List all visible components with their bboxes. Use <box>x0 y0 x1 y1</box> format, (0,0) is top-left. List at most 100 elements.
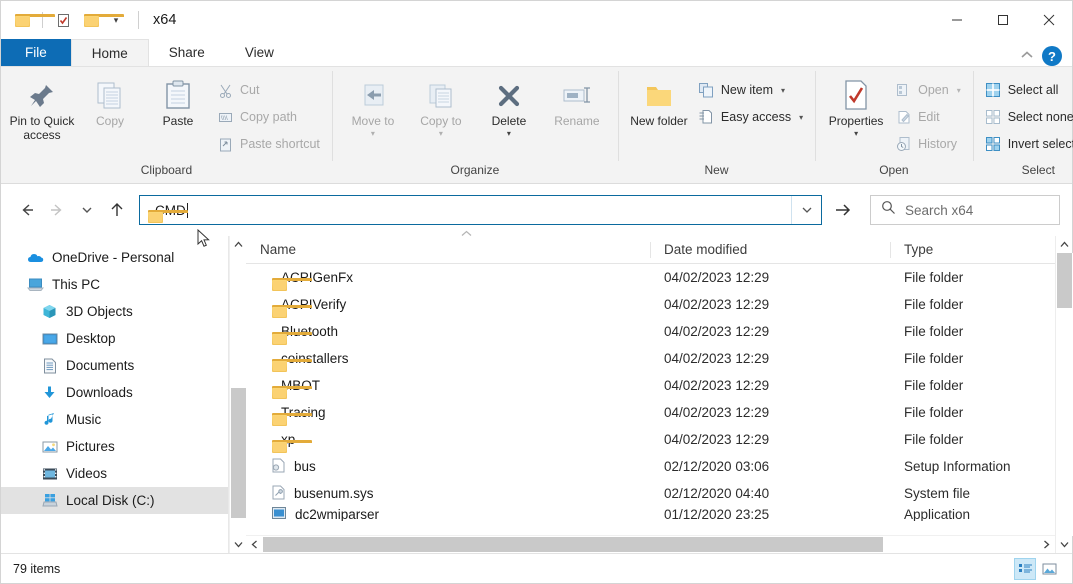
select-none-button[interactable]: Select none <box>981 106 1073 128</box>
sidebar-item-downloads[interactable]: Downloads <box>1 379 228 406</box>
sidebar-item-3d-objects[interactable]: 3D Objects <box>1 298 228 325</box>
cut-button[interactable]: Cut <box>213 79 324 101</box>
select-all-label: Select all <box>1008 83 1059 97</box>
tab-home[interactable]: Home <box>71 39 149 66</box>
table-row[interactable]: xp 04/02/2023 12:29 File folder <box>246 426 1055 453</box>
scroll-right-icon[interactable] <box>1038 536 1055 554</box>
minimize-icon[interactable] <box>934 1 980 39</box>
recent-locations-button[interactable] <box>73 196 101 224</box>
chevron-down-icon[interactable]: ▾ <box>854 131 858 137</box>
sidebar-item-videos[interactable]: Videos <box>1 460 228 487</box>
chevron-down-icon[interactable]: ▾ <box>439 131 443 137</box>
details-view-button[interactable] <box>1014 558 1036 580</box>
scroll-up-icon[interactable] <box>1056 236 1073 253</box>
rename-button[interactable]: Rename <box>544 73 610 128</box>
scroll-down-icon[interactable] <box>230 536 247 553</box>
forward-button[interactable] <box>43 196 71 224</box>
navigation-scrollbar[interactable] <box>229 236 246 553</box>
table-row[interactable]: Tracing 04/02/2023 12:29 File folder <box>246 399 1055 426</box>
hscrollbar-track[interactable] <box>263 536 1038 554</box>
edit-button[interactable]: Edit <box>891 106 965 128</box>
history-button[interactable]: History <box>891 133 965 155</box>
this-pc-icon <box>27 276 44 293</box>
back-button[interactable] <box>13 196 41 224</box>
delete-button[interactable]: Delete ▾ <box>476 73 542 137</box>
column-header-date-modified[interactable]: Date modified <box>650 236 890 264</box>
tab-file[interactable]: File <box>1 39 71 66</box>
table-row[interactable]: bus 02/12/2020 03:06 Setup Information <box>246 453 1055 480</box>
application-icon <box>272 507 286 521</box>
folder-icon[interactable] <box>11 9 33 31</box>
sidebar-item-desktop[interactable]: Desktop <box>1 325 228 352</box>
column-header-type[interactable]: Type <box>890 236 1055 264</box>
hscrollbar-thumb[interactable] <box>263 537 883 552</box>
chevron-down-icon[interactable]: ▾ <box>507 131 511 137</box>
view-buttons <box>1014 558 1060 580</box>
up-button[interactable] <box>103 196 131 224</box>
table-row[interactable]: dc2wmiparser 01/12/2020 23:25 Applicatio… <box>246 507 1055 521</box>
chevron-down-icon[interactable]: ▾ <box>371 131 375 137</box>
sidebar-item-documents[interactable]: Documents <box>1 352 228 379</box>
address-dropdown-icon[interactable] <box>791 196 821 224</box>
scroll-left-icon[interactable] <box>246 536 263 554</box>
table-row[interactable]: busenum.sys 02/12/2020 04:40 System file <box>246 480 1055 507</box>
copy-to-label: Copy to <box>420 114 461 128</box>
large-icons-view-button[interactable] <box>1038 558 1060 580</box>
table-row[interactable]: Bluetooth 04/02/2023 12:29 File folder <box>246 318 1055 345</box>
properties-button[interactable]: Properties ▾ <box>823 73 889 137</box>
maximize-icon[interactable] <box>980 1 1026 39</box>
tab-view[interactable]: View <box>225 39 294 66</box>
new-item-button[interactable]: New item ▾ <box>694 79 807 101</box>
table-row[interactable]: coinstallers 04/02/2023 12:29 File folde… <box>246 345 1055 372</box>
table-row[interactable]: ACPIVerify 04/02/2023 12:29 File folder <box>246 291 1055 318</box>
chevron-down-icon[interactable]: ▾ <box>799 113 803 122</box>
new-folder-button[interactable]: New folder <box>626 73 692 128</box>
pin-to-quick-access-button[interactable]: Pin to Quick access <box>9 73 75 142</box>
sidebar-item-onedrive[interactable]: OneDrive - Personal <box>1 244 228 271</box>
open-button[interactable]: Open ▾ <box>891 79 965 101</box>
close-icon[interactable] <box>1026 1 1072 39</box>
help-icon[interactable]: ? <box>1042 46 1062 66</box>
status-bar: 79 items <box>1 553 1072 583</box>
sidebar-item-pictures[interactable]: Pictures <box>1 433 228 460</box>
scrollbar-track[interactable] <box>1056 253 1073 536</box>
horizontal-scrollbar[interactable] <box>246 535 1055 553</box>
scroll-down-icon[interactable] <box>1056 536 1073 553</box>
file-name-cell: ACPIGenFx <box>246 270 650 285</box>
scrollbar-track[interactable] <box>230 253 247 536</box>
table-row[interactable]: ACPIGenFx 04/02/2023 12:29 File folder <box>246 264 1055 291</box>
scrollbar-thumb[interactable] <box>1057 253 1072 308</box>
address-input[interactable]: CMD <box>139 195 822 225</box>
file-list-scrollbar[interactable] <box>1055 236 1072 553</box>
search-box[interactable]: Search x64 <box>870 195 1060 225</box>
system-file-icon <box>272 485 285 503</box>
copy-button[interactable]: Copy <box>77 73 143 128</box>
paste-button[interactable]: Paste <box>145 73 211 128</box>
tab-share[interactable]: Share <box>149 39 225 66</box>
easy-access-button[interactable]: Easy access ▾ <box>694 106 807 128</box>
chevron-down-icon[interactable]: ▾ <box>781 86 785 95</box>
select-all-button[interactable]: Select all <box>981 79 1073 101</box>
move-to-button[interactable]: Move to ▾ <box>340 73 406 137</box>
move-to-icon <box>358 77 388 111</box>
sidebar-item-label: Local Disk (C:) <box>66 493 155 508</box>
folder-icon[interactable] <box>80 9 102 31</box>
scrollbar-thumb[interactable] <box>231 388 246 518</box>
copy-to-button[interactable]: Copy to ▾ <box>408 73 474 137</box>
invert-selection-button[interactable]: Invert selection <box>981 133 1073 155</box>
properties-icon[interactable] <box>52 9 74 31</box>
go-button[interactable] <box>826 195 860 225</box>
paste-shortcut-button[interactable]: Paste shortcut <box>213 133 324 155</box>
table-row[interactable]: MBOT 04/02/2023 12:29 File folder <box>246 372 1055 399</box>
history-icon <box>895 136 912 153</box>
collapse-ribbon-icon[interactable] <box>1020 47 1034 65</box>
scroll-up-icon[interactable] <box>230 236 247 253</box>
sidebar-item-music[interactable]: Music <box>1 406 228 433</box>
chevron-down-icon[interactable]: ▾ <box>957 86 961 95</box>
column-header-name[interactable]: Name <box>246 236 650 264</box>
file-name-cell: coinstallers <box>246 351 650 366</box>
sidebar-item-this-pc[interactable]: This PC <box>1 271 228 298</box>
copy-path-button[interactable]: \\\\ Copy path <box>213 106 324 128</box>
file-date: 04/02/2023 12:29 <box>650 324 890 339</box>
sidebar-item-local-disk-c[interactable]: Local Disk (C:) <box>1 487 228 514</box>
